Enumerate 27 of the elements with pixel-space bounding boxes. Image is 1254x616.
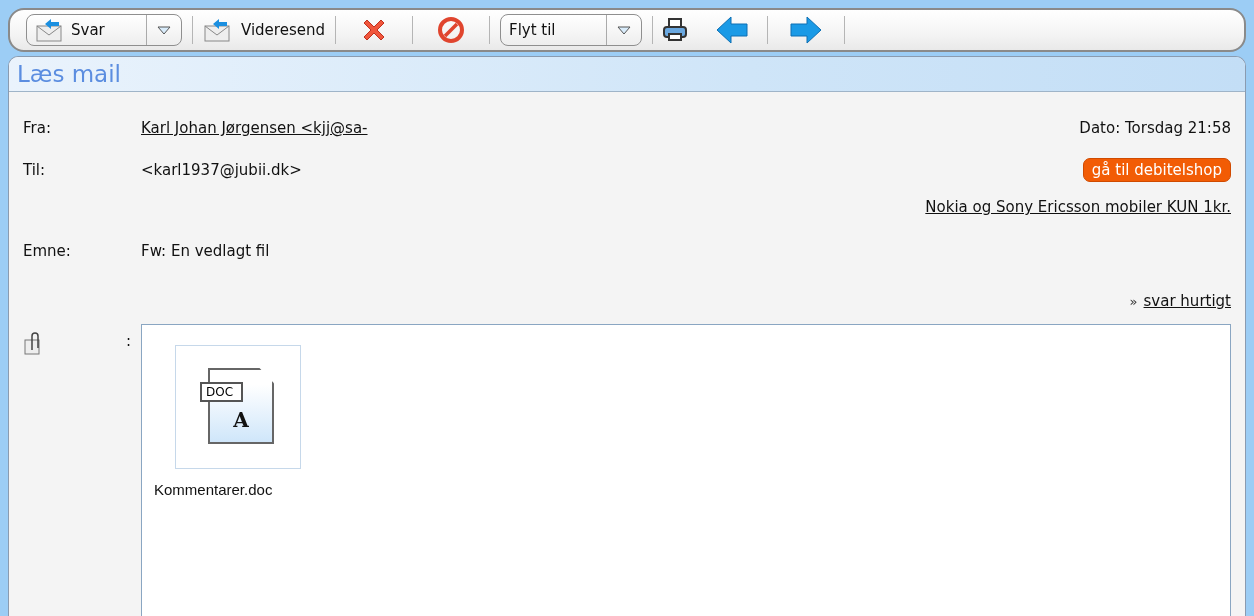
caret-icon — [617, 25, 631, 35]
move-dropdown[interactable]: Flyt til — [500, 14, 642, 46]
file-name[interactable]: Kommentarer.doc — [154, 481, 273, 498]
caret-icon — [157, 25, 171, 35]
ad-link[interactable]: Nokia og Sony Ericsson mobiler KUN 1kr. — [925, 198, 1231, 216]
printer-icon — [661, 16, 689, 44]
panel-title: Læs mail — [17, 61, 121, 87]
date-text: Dato: Torsdag 21:58 — [1079, 119, 1231, 137]
forward-button[interactable]: Videresend — [193, 14, 335, 46]
chevron-marker: » — [1129, 293, 1138, 309]
envelope-icon — [35, 18, 65, 42]
reply-button[interactable]: Svar — [27, 15, 147, 45]
sender-link[interactable]: Karl Johan Jørgensen <kjj@sa- — [141, 119, 368, 137]
move-button[interactable]: Flyt til — [501, 15, 607, 45]
file-thumbnail[interactable]: A DOC — [175, 345, 301, 469]
field-label: Til: — [23, 161, 47, 179]
subject-text: Fw: En vedlagt fil — [141, 242, 270, 260]
reply-split-button[interactable]: Svar — [26, 14, 182, 46]
left-arrow-icon — [715, 15, 749, 45]
recipient-text: <karl1937@jubii.dk> — [141, 161, 302, 179]
right-arrow-icon — [789, 15, 823, 45]
field-label: Emne: — [23, 242, 72, 260]
field-label: Fra: — [23, 119, 52, 137]
envelope-icon — [203, 18, 233, 42]
quick-reply-link[interactable]: svar hurtigt — [1143, 292, 1231, 310]
separator-text: : — [125, 332, 131, 350]
prohibited-icon — [437, 16, 465, 44]
